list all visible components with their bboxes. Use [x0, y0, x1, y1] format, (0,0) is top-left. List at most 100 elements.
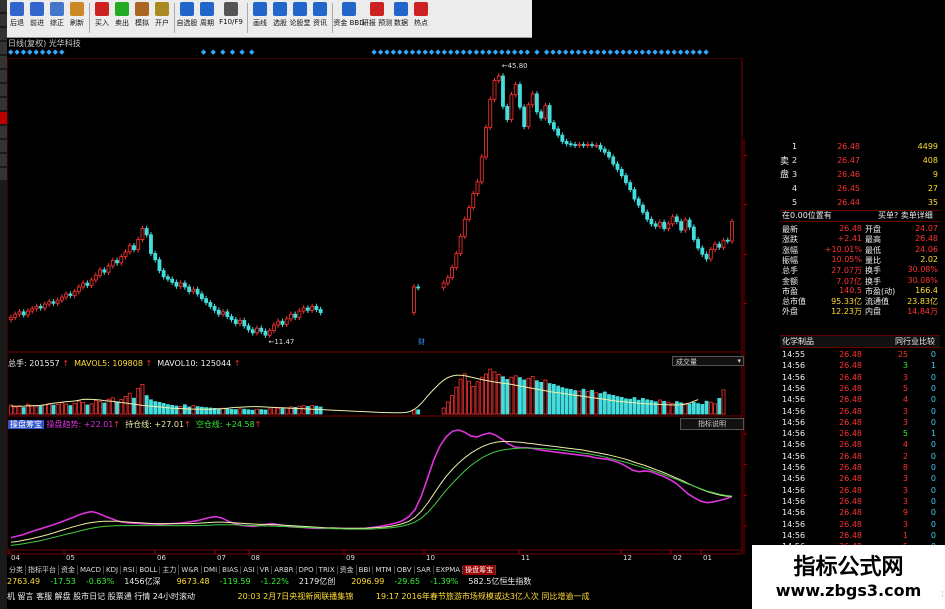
tab-6[interactable]: BOLL [137, 566, 161, 574]
tab-15[interactable]: TRIX [317, 566, 338, 574]
toolbar-button-11[interactable]: 画线 [250, 0, 270, 36]
toolbar-button-13[interactable]: 论股堂 [290, 0, 311, 36]
toolbar-button-label: 模拟 [135, 19, 149, 27]
tab-11[interactable]: ASI [241, 566, 258, 574]
candle-body [717, 243, 722, 248]
candle-body [683, 219, 688, 231]
bbd-icon [342, 2, 356, 16]
volume-bar [700, 403, 705, 415]
tab-14[interactable]: DPO [297, 566, 317, 574]
tab-4[interactable]: KDJ [104, 566, 122, 574]
toolbar-button-7[interactable]: 开户 [152, 0, 172, 36]
toolbar-button-15[interactable]: 资金 BBD [333, 0, 365, 36]
toolbar-button-10[interactable]: F10/F9 [217, 0, 245, 36]
toolbar-button-16[interactable]: 研报 预测 [362, 0, 392, 36]
toolbar-button-12[interactable]: 选股 [270, 0, 290, 36]
volume-bar [547, 383, 552, 415]
tab-5[interactable]: RSI [121, 566, 138, 574]
left-tab-strip[interactable] [0, 0, 7, 609]
tab-20[interactable]: SAR [415, 566, 434, 574]
volume-bar [674, 401, 679, 415]
index-value: -29.65 [394, 577, 421, 586]
toolbar-button-3[interactable]: 刷新 [67, 0, 87, 36]
candle-body [59, 296, 64, 301]
watermark-title: 指标公式网 [793, 555, 904, 580]
tab-2[interactable]: 资金 [59, 565, 78, 575]
tick-count: 0 [930, 463, 936, 472]
candle-body [199, 293, 204, 300]
tab-3[interactable]: MACD [78, 566, 104, 574]
tab-9[interactable]: DMI [202, 566, 221, 574]
tab-7[interactable]: 主力 [160, 565, 180, 575]
candle-body [64, 293, 69, 298]
status-links[interactable]: 机 留言 客服 解盘 股市日记 股票通 行情 24小时滚动 [7, 592, 195, 601]
candle-body [208, 302, 213, 307]
tab-17[interactable]: BBI [357, 566, 374, 574]
toolbar-button-18[interactable]: 热点 [411, 0, 431, 36]
tick-volume: 4 [902, 395, 908, 405]
volume-bar [535, 380, 539, 415]
volume-bar [13, 406, 18, 415]
candle-body [123, 251, 128, 257]
index-value: 2096.99 [351, 577, 385, 586]
tab-16[interactable]: 资金 [338, 565, 357, 575]
tick-time: 14:56 [782, 474, 806, 484]
toolbar-button-2[interactable]: 综正 [47, 0, 67, 36]
tab-10[interactable]: BIAS [220, 566, 242, 574]
candle-body [140, 228, 145, 240]
volume-bar [581, 388, 586, 415]
tick-time: 14:56 [782, 463, 806, 472]
toolbar-button-label: 开户 [155, 19, 169, 27]
candle-body [301, 307, 306, 312]
date-axis-label: 10 [426, 554, 435, 562]
toolbar-button-0[interactable]: 后退 [7, 0, 27, 36]
tab-1[interactable]: 指标平台 [26, 565, 59, 575]
candle-body [615, 163, 620, 170]
chart-area[interactable]: 34.9928.6822.2815.96←45.80←11.47财4489722… [7, 58, 747, 563]
candle-body [212, 306, 217, 311]
tick-price: 26.48 [839, 485, 862, 495]
star-icon [180, 2, 194, 16]
toolbar-button-14[interactable]: 资讯 [310, 0, 330, 36]
stat-value-2: 166.4 [915, 285, 938, 295]
tab-12[interactable]: VR [258, 566, 273, 574]
sector-name: 化学制品 [782, 337, 814, 346]
toolbar-button-9[interactable]: 周期 [197, 0, 217, 36]
tab-13[interactable]: ARBR [272, 566, 297, 574]
toolbar-button-5[interactable]: 卖出 [112, 0, 132, 36]
toolbar-button-6[interactable]: 模拟 [132, 0, 152, 36]
tab-22[interactable]: 操盘筹宝 [463, 565, 497, 575]
volume-dropdown[interactable]: 成交量 ▾ [672, 356, 744, 366]
tick-volume: 3 [902, 417, 908, 427]
tick-count: 0 [930, 440, 936, 450]
toolbar-button-17[interactable]: 数据 [391, 0, 411, 36]
tick-volume: 5 [902, 383, 908, 393]
candle-body [687, 219, 692, 228]
news-headline-1[interactable]: 20:03 2月7日央视新闻联播集锦 [238, 592, 354, 601]
indicator-l2: 持仓线: +27.01 [125, 420, 185, 429]
toolbar-button-label: 后退 [10, 19, 24, 27]
tab-19[interactable]: OBV [395, 566, 415, 574]
volume-bar [195, 406, 200, 415]
volume-bar [43, 404, 47, 415]
sector-compare-button[interactable]: 同行业比较 [895, 336, 935, 347]
tab-18[interactable]: MTM [373, 566, 395, 574]
stat-value-2: 30.08% [907, 265, 938, 275]
toolbar-button-4[interactable]: 买入 [92, 0, 112, 36]
toolbar-button-1[interactable]: 前进 [27, 0, 47, 36]
tick-volume: 5 [902, 429, 908, 439]
hot-icon [414, 2, 428, 16]
sell-price: 26.47 [837, 156, 860, 165]
indicator-help-button[interactable]: 指标说明 [680, 418, 744, 430]
tab-8[interactable]: W&R [179, 566, 202, 574]
tab-0[interactable]: 分类 [7, 565, 26, 575]
tick-price: 26.48 [839, 417, 862, 427]
volume-bar [662, 400, 667, 415]
tick-count: 0 [930, 530, 936, 540]
tab-21[interactable]: EXPMA [434, 566, 464, 574]
toolbar-button-8[interactable]: 自选股 [177, 0, 198, 36]
news-headline-2[interactable]: 19:17 2016年春节旅游市场规模或达3亿人次 同比增逾一成 [376, 592, 590, 601]
candle-body [149, 234, 153, 254]
tick-time: 14:56 [782, 429, 806, 439]
candle-body [182, 282, 187, 288]
